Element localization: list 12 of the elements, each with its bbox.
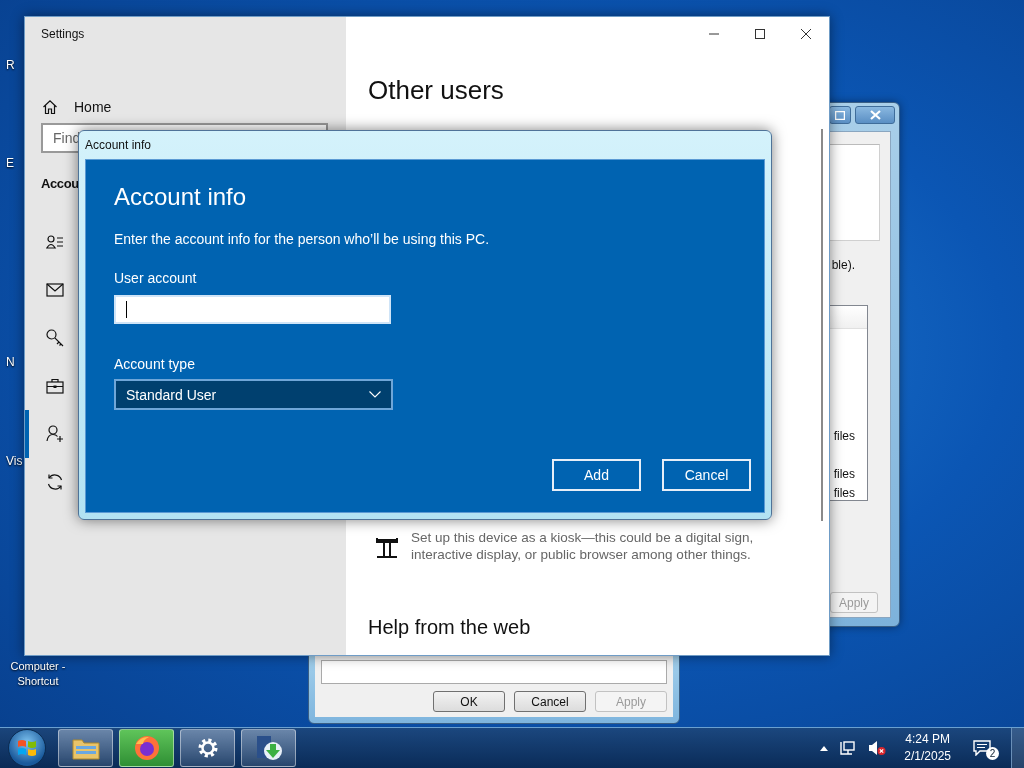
notification-count-badge: 2: [986, 747, 999, 760]
description-text: ble).: [831, 257, 855, 273]
section-heading: Help from the web: [368, 615, 531, 640]
section-heading: Accou: [41, 175, 79, 193]
dialog-heading: Account info: [114, 182, 247, 212]
field-label: Account type: [114, 355, 195, 374]
page-heading: Other users: [368, 74, 504, 107]
window-title: Account info: [85, 137, 152, 154]
kiosk-description: Set up this device as a kiosk—this could be a digital sign, interactive display, or public browser among other things.: [411, 529, 755, 563]
field-label: User account: [114, 269, 197, 288]
dialog-description: Enter the account info for the person who’ll be using this PC.: [114, 230, 490, 249]
window-title: Settings: [41, 26, 86, 43]
